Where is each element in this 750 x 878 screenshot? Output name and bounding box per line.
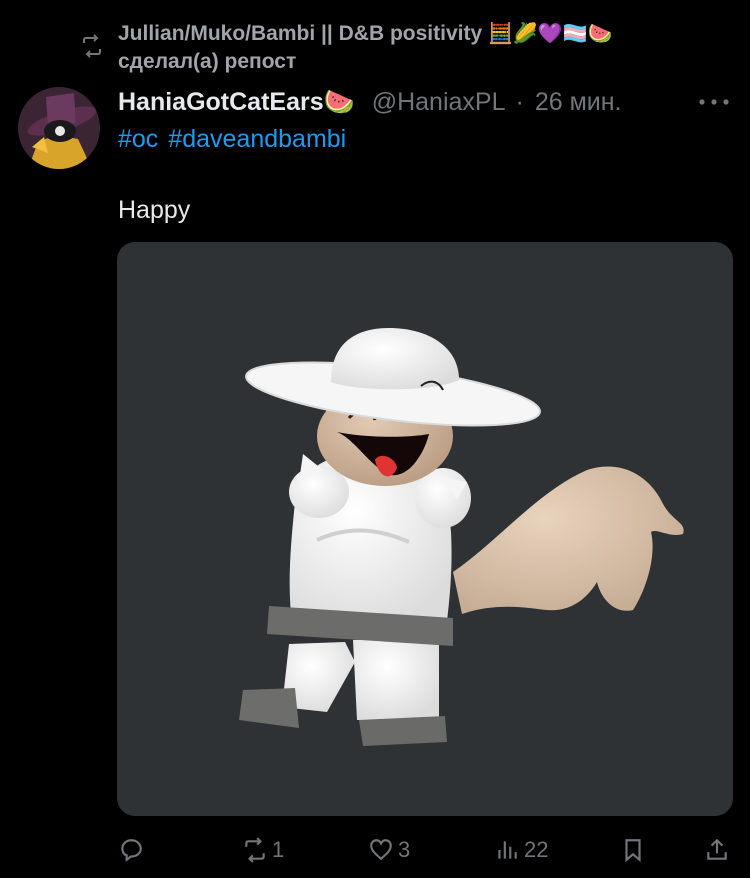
repost-button[interactable]: 1 bbox=[242, 830, 284, 870]
author-display-name[interactable]: HaniaGotCatEars🍉 bbox=[118, 88, 355, 116]
reply-icon bbox=[121, 839, 142, 862]
views-button[interactable]: 22 bbox=[494, 830, 548, 870]
share-icon bbox=[707, 838, 727, 860]
hashtag-link[interactable]: #daveandbambi bbox=[168, 125, 346, 153]
bookmark-button[interactable] bbox=[620, 830, 646, 870]
more-options-icon[interactable] bbox=[694, 86, 734, 118]
tweet-media-image[interactable] bbox=[117, 242, 733, 816]
name-emoji: 🍉 bbox=[323, 88, 355, 116]
bookmark-icon bbox=[625, 839, 641, 863]
repost-indicator[interactable]: Jullian/Muko/Bambi || D&B positivity 🧮🌽💜… bbox=[80, 20, 730, 76]
hashtag-link[interactable]: #oc bbox=[118, 125, 158, 153]
tweet-text: Happy bbox=[118, 196, 191, 224]
like-count: 3 bbox=[398, 837, 411, 862]
repost-icon bbox=[83, 34, 101, 58]
heart-icon bbox=[370, 839, 392, 861]
reposter-name[interactable]: Jullian/Muko/Bambi || D&B positivity 🧮🌽💜… bbox=[118, 20, 718, 48]
repost-label: сделал(а) репост bbox=[118, 50, 297, 73]
author-handle[interactable]: @HaniaxPL bbox=[372, 88, 505, 116]
hashtag-list: #oc #daveandbambi bbox=[118, 124, 356, 154]
tweet-time[interactable]: 26 мин. bbox=[535, 88, 622, 116]
tweet-author-row: HaniaGotCatEars🍉 @HaniaxPL · 26 мин. bbox=[118, 86, 738, 118]
repost-count: 1 bbox=[272, 837, 285, 862]
avatar[interactable] bbox=[18, 87, 100, 169]
tweet-actions-bar: 1 3 22 bbox=[0, 830, 750, 870]
reply-button[interactable] bbox=[118, 830, 148, 870]
share-button[interactable] bbox=[704, 830, 730, 870]
time-separator: · bbox=[515, 88, 524, 116]
reposter-emojis: 🧮🌽💜🏳️‍⚧️🍉 bbox=[487, 23, 613, 45]
views-chart-icon bbox=[498, 841, 517, 859]
views-count: 22 bbox=[524, 837, 549, 862]
repost-action-icon bbox=[245, 837, 265, 863]
like-button[interactable]: 3 bbox=[368, 830, 410, 870]
character-illustration bbox=[239, 328, 684, 746]
